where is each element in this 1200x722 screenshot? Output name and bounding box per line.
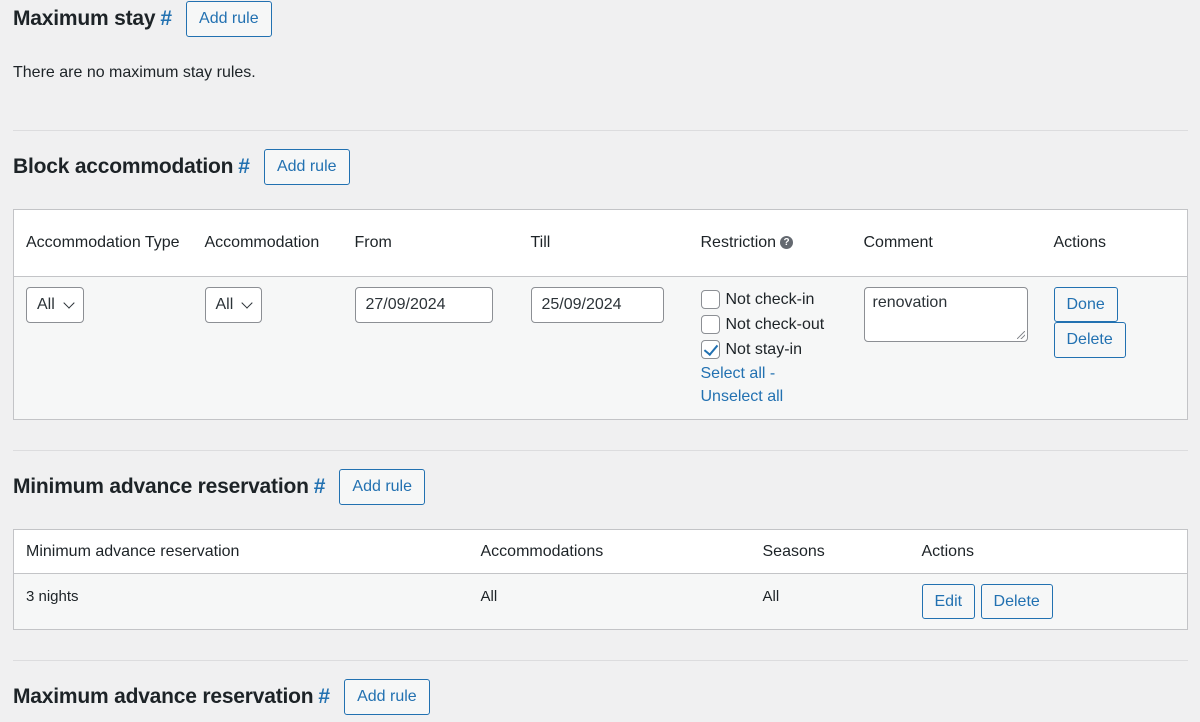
max-stay-anchor-link[interactable]: # xyxy=(160,7,172,31)
block-accommodation-section: Block accommodation # Add rule xyxy=(13,149,1188,185)
from-cell: 27/09/2024 xyxy=(342,276,519,420)
restriction-cell: Not check-in Not check-out Not stay-in S… xyxy=(688,276,852,420)
chevron-down-icon xyxy=(63,296,75,309)
done-button[interactable]: Done xyxy=(1053,287,1118,322)
comment-textarea[interactable]: renovation xyxy=(863,287,1028,342)
max-advance-header: Maximum advance reservation # Add rule xyxy=(13,679,1188,715)
column-header-from: From xyxy=(342,209,519,277)
block-accommodation-table: Accommodation Type Accommodation From Ti… xyxy=(13,209,1188,420)
block-accommodation-header: Block accommodation # Add rule xyxy=(13,149,1188,185)
max-stay-add-rule-button[interactable]: Add rule xyxy=(186,1,272,37)
max-stay-section: Maximum stay # Add rule xyxy=(13,1,1188,37)
max-stay-title: Maximum stay xyxy=(13,7,156,30)
restriction-header-label: Restriction xyxy=(700,234,777,251)
actions-cell: Done Delete xyxy=(1041,276,1188,420)
resize-handle-icon[interactable] xyxy=(1016,331,1025,339)
till-date-input[interactable]: 25/09/2024 xyxy=(530,287,664,323)
max-advance-section: Maximum advance reservation # Add rule xyxy=(13,679,1188,715)
comment-cell: renovation xyxy=(851,276,1042,420)
not-check-in-label: Not check-in xyxy=(725,290,815,308)
delete-button[interactable]: Delete xyxy=(1053,322,1126,358)
restriction-not-check-out[interactable]: Not check-out xyxy=(700,312,840,337)
min-advance-header: Minimum advance reservation # Add rule xyxy=(13,469,1188,505)
restriction-not-stay-in[interactable]: Not stay-in xyxy=(700,337,840,362)
edit-button[interactable]: Edit xyxy=(921,584,976,619)
not-stay-in-label: Not stay-in xyxy=(725,340,802,358)
section-divider xyxy=(13,450,1188,451)
section-divider xyxy=(13,130,1188,131)
table-header-row: Minimum advance reservation Accommodatio… xyxy=(13,529,1188,574)
link-separator: - xyxy=(769,365,776,382)
table-header-row: Accommodation Type Accommodation From Ti… xyxy=(13,209,1188,277)
column-header-restriction: Restriction? xyxy=(688,209,852,277)
max-stay-header: Maximum stay # Add rule xyxy=(13,1,1188,37)
section-divider xyxy=(13,660,1188,661)
unselect-links: Unselect all xyxy=(701,385,840,408)
min-advance-table: Minimum advance reservation Accommodatio… xyxy=(13,529,1188,630)
comment-value: renovation xyxy=(872,294,948,311)
column-header-min-advance: Minimum advance reservation xyxy=(13,529,469,574)
min-advance-title: Minimum advance reservation xyxy=(13,475,309,498)
max-stay-empty-text: There are no maximum stay rules. xyxy=(13,64,256,81)
min-advance-table-wrap: Minimum advance reservation Accommodatio… xyxy=(13,529,1188,630)
min-advance-section: Minimum advance reservation # Add rule xyxy=(13,469,1188,505)
column-header-accommodation-type: Accommodation Type xyxy=(13,209,193,277)
accommodations-cell: All xyxy=(468,573,751,630)
not-check-out-checkbox[interactable] xyxy=(700,315,720,334)
accommodation-type-select[interactable]: All xyxy=(26,287,84,323)
not-check-in-checkbox[interactable] xyxy=(700,290,720,309)
select-all-link[interactable]: Select all xyxy=(701,365,766,382)
block-accommodation-anchor-link[interactable]: # xyxy=(238,155,250,179)
table-row: All All 27/09/2024 25/09/2024 Not check-… xyxy=(13,276,1188,420)
column-header-actions: Actions xyxy=(1041,209,1188,277)
column-header-accommodation: Accommodation xyxy=(192,209,343,277)
column-header-till: Till xyxy=(518,209,689,277)
accommodation-select[interactable]: All xyxy=(204,287,263,323)
select-links: Select all - xyxy=(701,362,840,385)
column-header-actions: Actions xyxy=(909,529,1188,574)
till-cell: 25/09/2024 xyxy=(518,276,689,420)
type-cell: All xyxy=(13,276,193,420)
restriction-not-check-in[interactable]: Not check-in xyxy=(700,287,840,312)
block-accommodation-table-wrap: Accommodation Type Accommodation From Ti… xyxy=(13,209,1188,420)
delete-button[interactable]: Delete xyxy=(980,584,1053,619)
chevron-down-icon xyxy=(241,296,253,309)
unselect-all-link[interactable]: Unselect all xyxy=(701,388,784,405)
actions-cell: Edit Delete xyxy=(909,573,1188,630)
from-date-input[interactable]: 27/09/2024 xyxy=(354,287,493,323)
seasons-cell: All xyxy=(750,573,910,630)
column-header-comment: Comment xyxy=(851,209,1042,277)
accommodation-type-value: All xyxy=(37,296,55,313)
column-header-seasons: Seasons xyxy=(750,529,910,574)
min-advance-add-rule-button[interactable]: Add rule xyxy=(339,469,425,505)
not-check-out-label: Not check-out xyxy=(725,315,825,333)
max-advance-anchor-link[interactable]: # xyxy=(318,685,330,709)
help-icon[interactable]: ? xyxy=(780,236,794,250)
table-row: 3 nights All All Edit Delete xyxy=(13,573,1188,630)
column-header-accommodations: Accommodations xyxy=(468,529,751,574)
min-advance-anchor-link[interactable]: # xyxy=(314,475,326,499)
block-accommodation-title: Block accommodation xyxy=(13,155,234,178)
not-stay-in-checkbox[interactable] xyxy=(700,340,720,359)
block-accommodation-add-rule-button[interactable]: Add rule xyxy=(263,149,350,185)
accommodation-cell: All xyxy=(192,276,343,420)
reservation-cell: 3 nights xyxy=(13,573,469,630)
max-advance-add-rule-button[interactable]: Add rule xyxy=(344,679,430,715)
accommodation-value: All xyxy=(215,296,234,313)
max-advance-title: Maximum advance reservation xyxy=(13,685,314,708)
